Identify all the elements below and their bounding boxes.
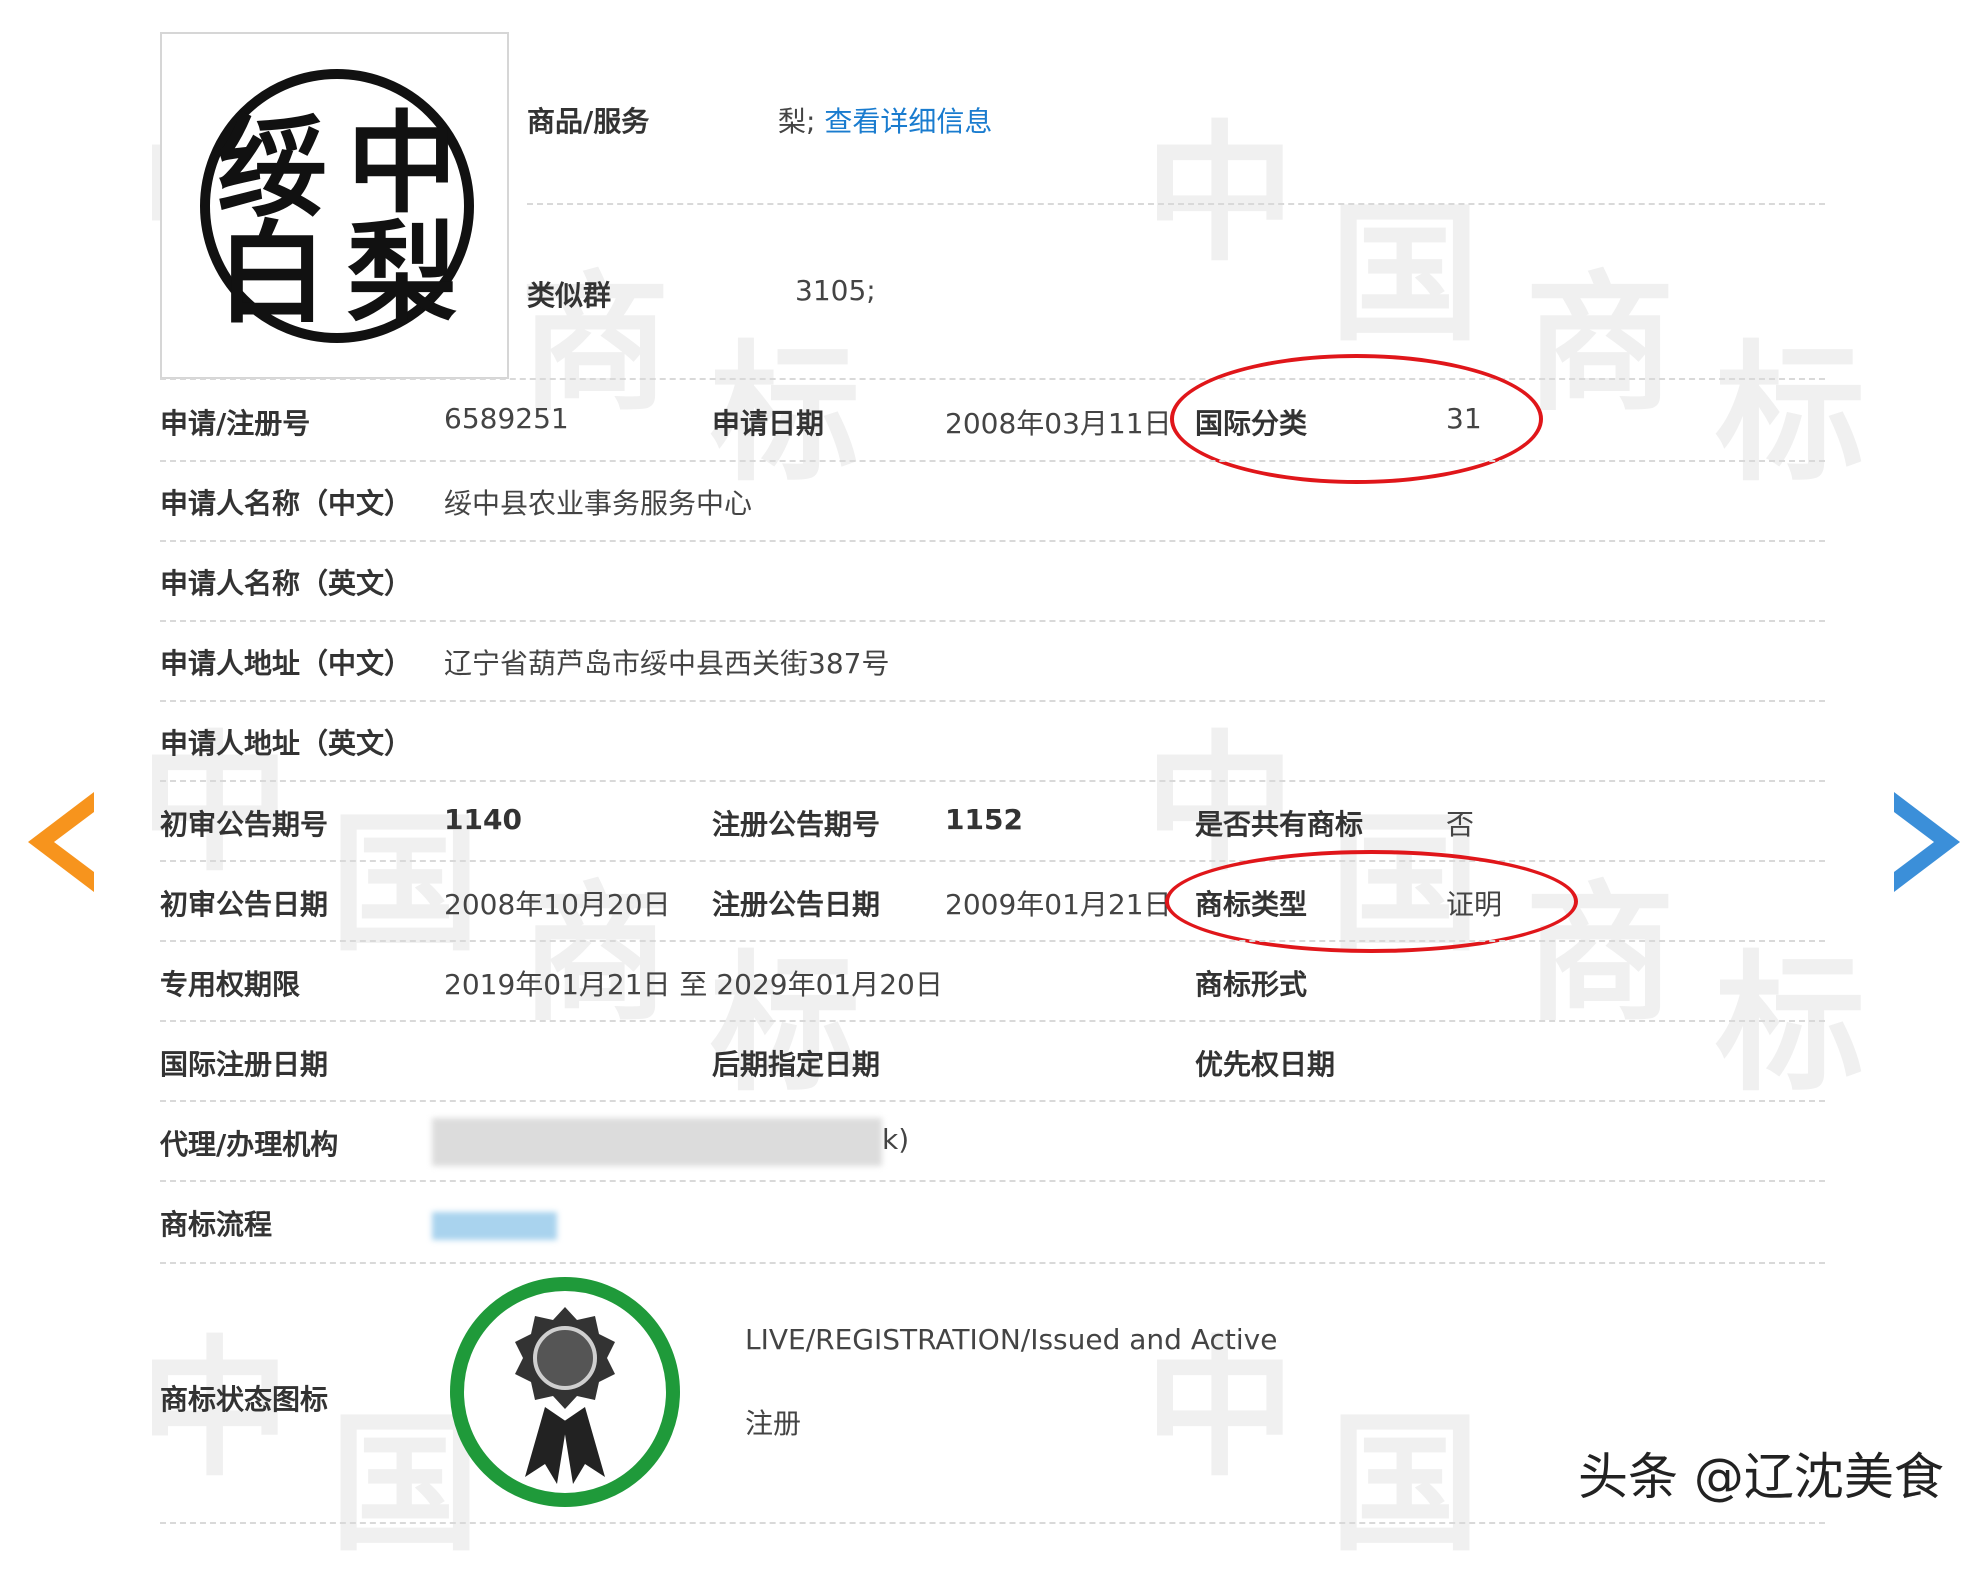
award-ribbon-icon — [445, 1272, 685, 1512]
divider — [160, 620, 1825, 622]
trademark-logo: 绥 中 白 梨 — [160, 32, 509, 379]
seal-image: 绥 中 白 梨 — [162, 34, 507, 377]
agent-value-tail: k) — [882, 1123, 909, 1156]
divider — [160, 700, 1825, 702]
watermark-char: 中 — [1145, 120, 1295, 270]
goods-text: 梨; — [778, 105, 815, 138]
applicant-addr-en-label: 申请人地址（英文） — [160, 722, 412, 762]
reg-no-label: 申请/注册号 — [160, 402, 310, 442]
agent-value-blurred — [432, 1118, 882, 1166]
watermark-char: 国 — [1330, 200, 1480, 350]
similar-group-value: 3105; — [795, 274, 876, 307]
applicant-name-cn-value: 绥中县农业事务服务中心 — [444, 482, 752, 522]
prelim-no-value: 1140 — [444, 803, 522, 836]
app-date-label: 申请日期 — [712, 402, 824, 442]
divider — [160, 1262, 1825, 1264]
reg-pub-no-value: 1152 — [945, 803, 1023, 836]
watermark-char: 中 — [1145, 1335, 1295, 1485]
app-date-value: 2008年03月11日 — [945, 402, 1172, 442]
logo-char: 白 — [217, 210, 327, 338]
divider — [160, 378, 1825, 380]
exclusive-period-value: 2019年01月21日 至 2029年01月20日 — [444, 963, 943, 1003]
applicant-name-en-label: 申请人名称（英文） — [160, 562, 412, 602]
flow-link-blurred[interactable] — [432, 1212, 557, 1240]
priority-date-label: 优先权日期 — [1195, 1043, 1335, 1083]
divider — [160, 860, 1825, 862]
goods-label: 商品/服务 — [527, 100, 649, 140]
trademark-form-label: 商标形式 — [1195, 963, 1307, 1003]
applicant-addr-cn-value: 辽宁省葫芦岛市绥中县西关街387号 — [444, 642, 889, 682]
toutiao-watermark: 头条 @辽沈美食 — [1578, 1437, 1944, 1509]
goods-value: 梨; 查看详细信息 — [778, 100, 992, 140]
prelim-date-value: 2008年10月20日 — [444, 883, 671, 923]
next-arrow-icon[interactable] — [1890, 792, 1960, 892]
divider — [160, 940, 1825, 942]
reg-no-value: 6589251 — [444, 402, 569, 435]
logo-char: 梨 — [347, 210, 457, 338]
later-designation-date-label: 后期指定日期 — [712, 1043, 880, 1083]
applicant-addr-cn-label: 申请人地址（中文） — [160, 642, 412, 682]
status-icon-label: 商标状态图标 — [160, 1378, 328, 1418]
divider — [160, 1100, 1825, 1102]
shared-value: 否 — [1446, 803, 1474, 843]
applicant-name-cn-label: 申请人名称（中文） — [160, 482, 412, 522]
divider — [160, 1522, 1825, 1524]
divider — [160, 780, 1825, 782]
reg-pub-date-label: 注册公告日期 — [712, 883, 880, 923]
reg-pub-no-label: 注册公告期号 — [712, 803, 880, 843]
similar-group-label: 类似群 — [527, 274, 611, 314]
prelim-date-label: 初审公告日期 — [160, 883, 328, 923]
watermark-char: 标 — [1715, 950, 1865, 1100]
watermark-char: 商 — [1525, 270, 1675, 420]
divider — [160, 1180, 1825, 1182]
view-details-link[interactable]: 查看详细信息 — [824, 105, 992, 138]
highlight-circle — [1165, 850, 1578, 953]
watermark-char: 国 — [1330, 1410, 1480, 1560]
divider — [160, 460, 1825, 462]
flow-label: 商标流程 — [160, 1203, 272, 1243]
divider — [160, 540, 1825, 542]
status-text-en: LIVE/REGISTRATION/Issued and Active — [745, 1323, 1277, 1356]
status-text-cn: 注册 — [745, 1402, 801, 1442]
highlight-circle — [1170, 354, 1543, 484]
prelim-no-label: 初审公告期号 — [160, 803, 328, 843]
divider — [160, 1020, 1825, 1022]
reg-pub-date-value: 2009年01月21日 — [945, 883, 1172, 923]
agent-label: 代理/办理机构 — [160, 1123, 338, 1163]
logo-char: 中 — [347, 100, 457, 228]
watermark-char: 标 — [1715, 340, 1865, 490]
status-badge — [445, 1272, 685, 1512]
prev-arrow-icon[interactable] — [28, 792, 98, 892]
divider — [527, 203, 1825, 205]
intl-reg-date-label: 国际注册日期 — [160, 1043, 328, 1083]
shared-label: 是否共有商标 — [1195, 803, 1363, 843]
exclusive-period-label: 专用权期限 — [160, 963, 300, 1003]
